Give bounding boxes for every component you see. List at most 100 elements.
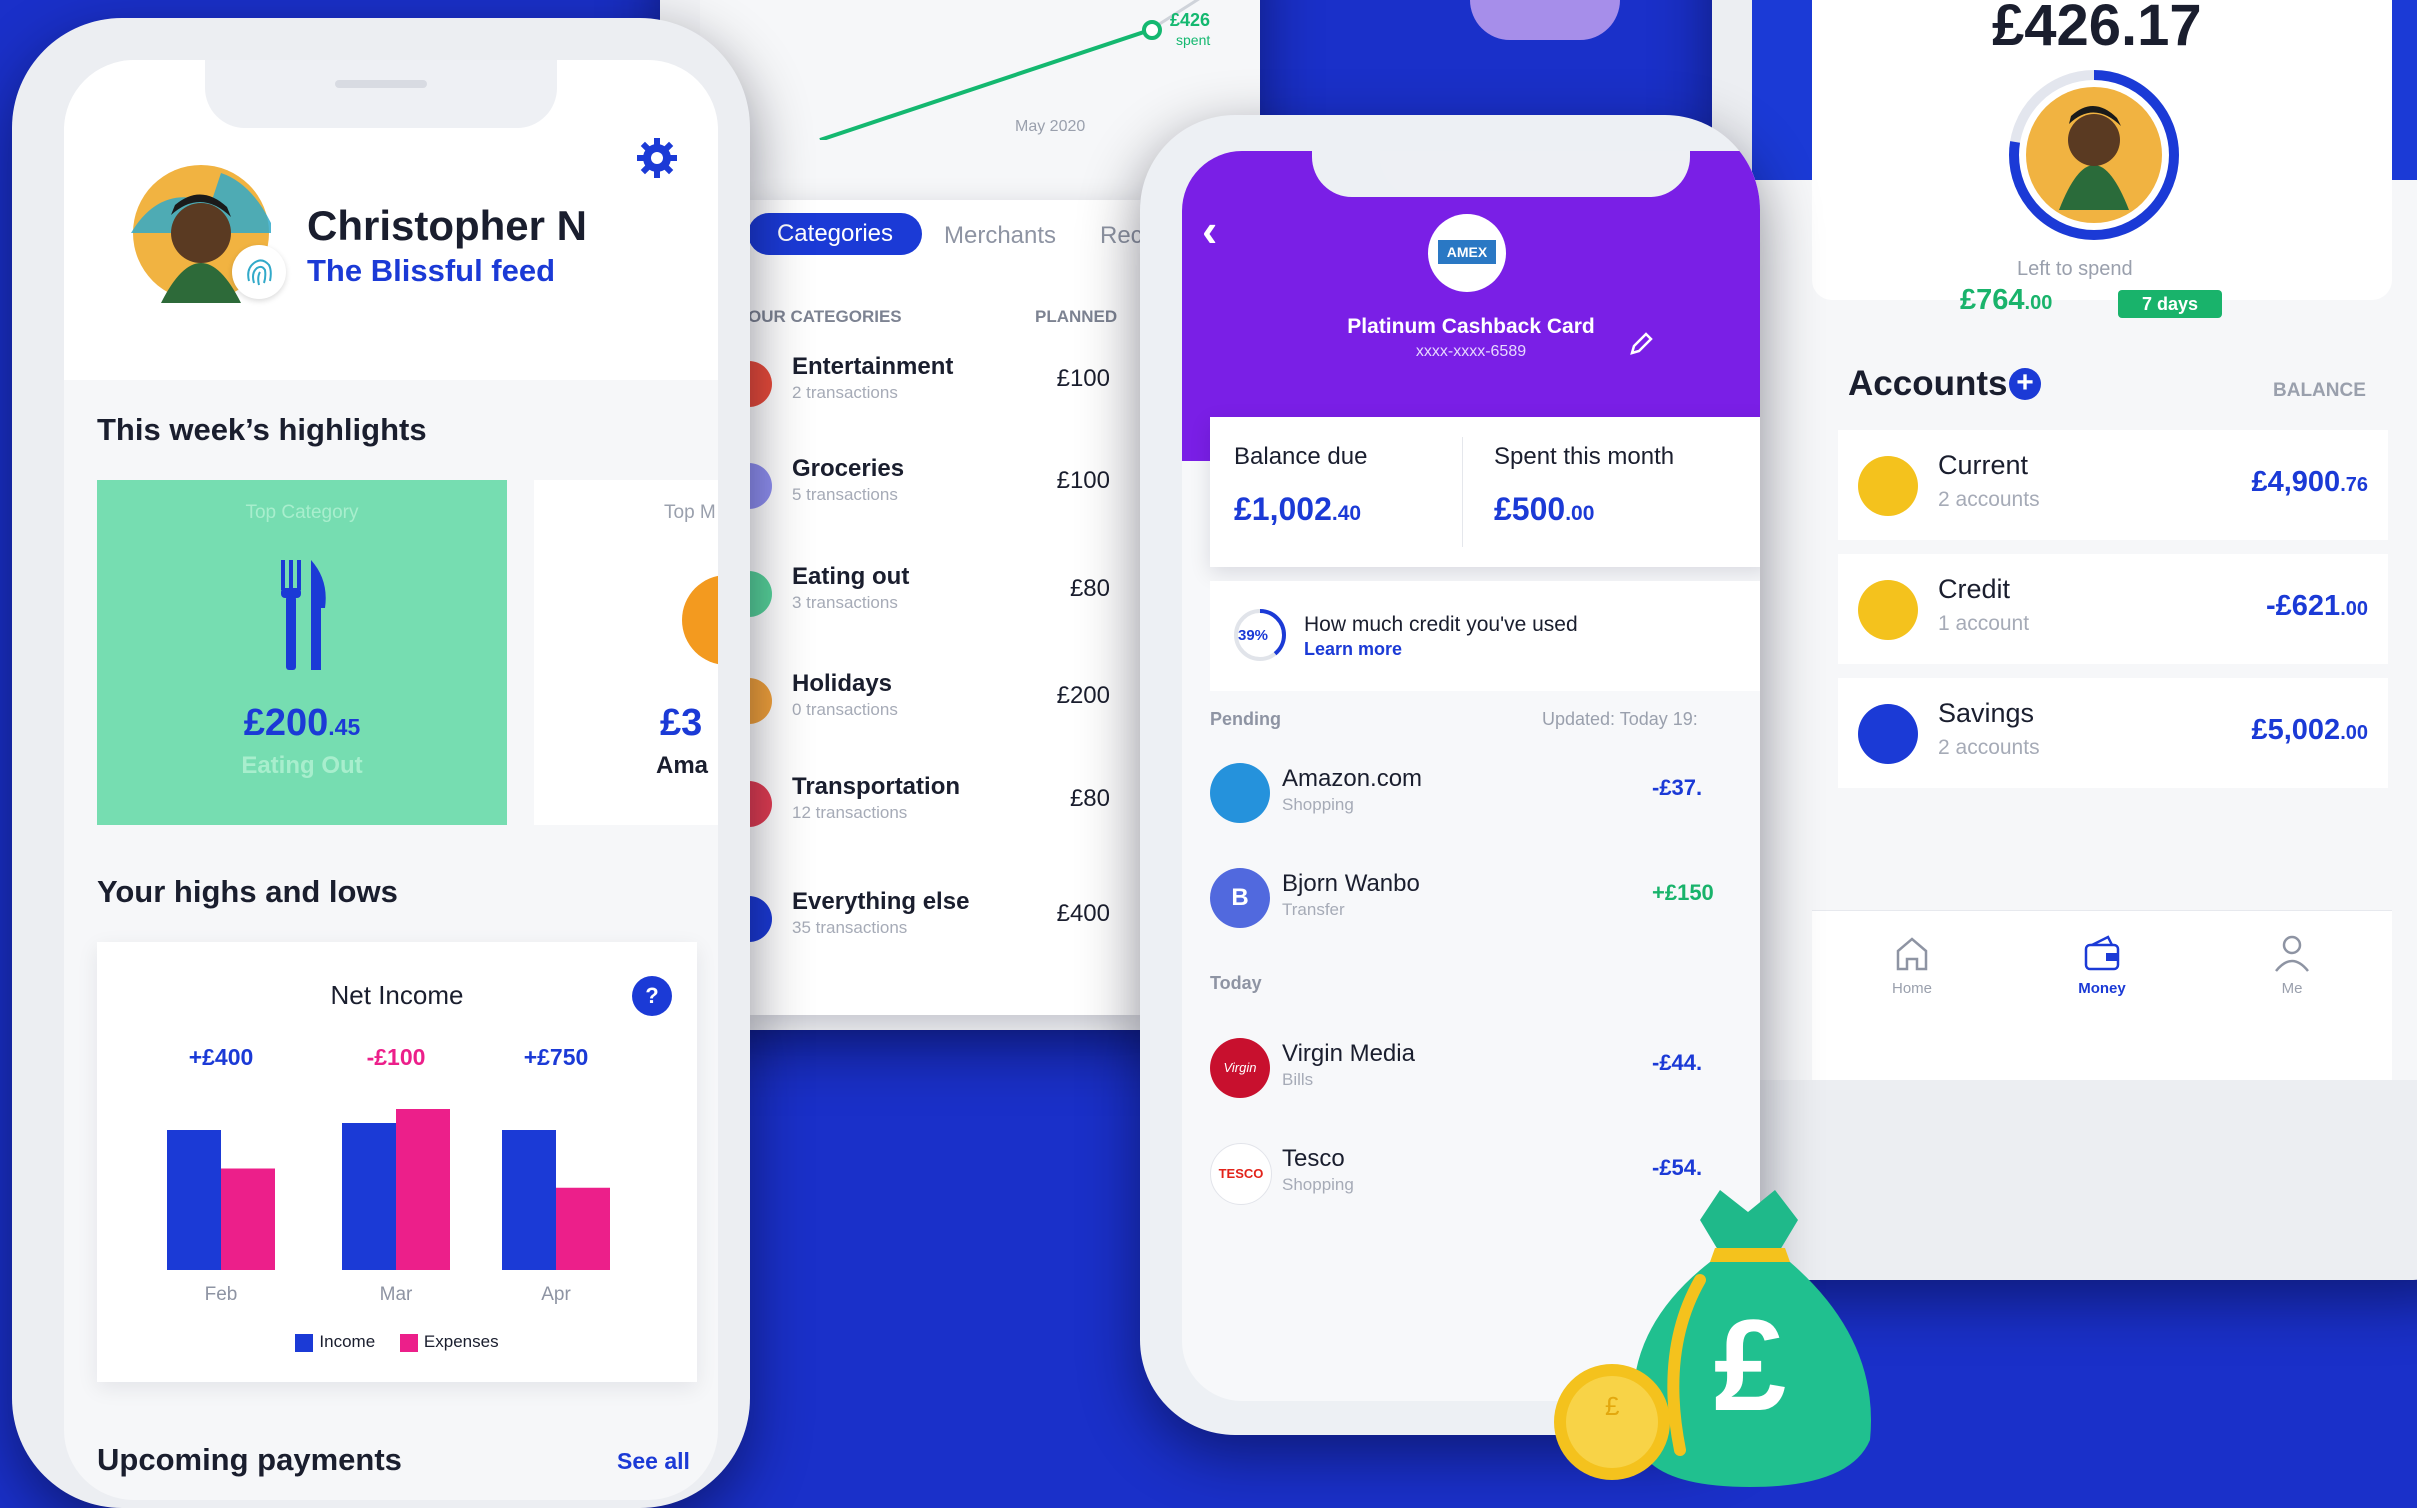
nav-money[interactable]: Money xyxy=(2062,931,2142,997)
category-sub: 5 transactions xyxy=(792,485,898,504)
net-income-chart: +£400 Feb -£100 Mar +£750 Apr xyxy=(167,1044,610,1305)
person-icon xyxy=(2275,935,2309,972)
category-name: Holidays xyxy=(792,670,893,697)
user-name: Christopher N xyxy=(307,202,588,249)
tab-recurring[interactable]: Rec xyxy=(1100,222,1140,250)
top-category-caption: Eating Out xyxy=(241,752,363,779)
top-merchant-label: Top M xyxy=(664,502,716,523)
tab-merchants[interactable]: Merchants xyxy=(944,222,1056,250)
category-planned: £400 xyxy=(1056,900,1110,927)
phone-accounts: £426.17 Left to spend £764.00 7 days Acc… xyxy=(1712,0,2417,1280)
amex-logo: AMEX xyxy=(1428,214,1506,292)
learn-more-link[interactable]: Learn more xyxy=(1304,639,1402,660)
see-all-link[interactable]: See all xyxy=(617,1448,690,1475)
phone-feed: Christopher N The Blissful feed This wee… xyxy=(12,18,750,1508)
back-button[interactable]: ‹ xyxy=(1202,203,1217,257)
feed-screen: Christopher N The Blissful feed This wee… xyxy=(64,60,718,1500)
category-sub: 2 transactions xyxy=(792,383,898,402)
decorative-shape xyxy=(1470,0,1620,40)
category-row[interactable]: Eating out 3 transactions £80 xyxy=(748,563,1140,643)
virgin-logo: Virgin xyxy=(1210,1038,1270,1098)
money-bag-icon xyxy=(1858,456,1918,516)
bar-expenses-feb xyxy=(221,1168,275,1270)
spend-ring xyxy=(2009,70,2179,240)
category-planned: £100 xyxy=(1056,467,1110,494)
category-icon xyxy=(748,571,772,617)
account-sub: 2 accounts xyxy=(1938,488,2040,511)
coin-symbol: £ xyxy=(1605,1391,1620,1421)
category-name: Transportation xyxy=(792,773,961,800)
account-row[interactable]: Current 2 accounts £4,900.76 xyxy=(1838,430,2388,540)
category-row[interactable]: Everything else 35 transactions £400 xyxy=(748,888,1140,968)
nav-home-label: Home xyxy=(1891,980,1932,997)
category-icon xyxy=(748,678,772,724)
top-merchant-amount: £3 xyxy=(660,702,703,744)
spent-label: spent xyxy=(1176,32,1211,48)
divider xyxy=(1462,437,1463,547)
legend-expenses: Expenses xyxy=(423,1332,499,1351)
top-category-card[interactable]: Top Category £200.45 Eating Out xyxy=(97,480,507,825)
header-band-right xyxy=(2392,0,2417,180)
account-row[interactable]: Savings 2 accounts £5,002.00 xyxy=(1838,678,2388,788)
days-badge: 7 days xyxy=(2118,290,2222,318)
category-row[interactable]: Transportation 12 transactions £80 xyxy=(748,773,1140,853)
account-name: Current xyxy=(1938,450,2029,480)
month-label: May 2020 xyxy=(1015,118,1086,135)
tab-categories[interactable]: Categories xyxy=(748,213,922,255)
category-icon xyxy=(748,781,772,827)
transaction-sub: Bills xyxy=(1282,1070,1314,1089)
category-planned: £80 xyxy=(1069,785,1110,812)
nav-me-label: Me xyxy=(2281,980,2303,997)
planned-col-header: PLANNED xyxy=(1035,307,1118,326)
transaction-row[interactable]: Amazon.com Shopping -£37. xyxy=(1210,751,1760,841)
edit-icon[interactable] xyxy=(1626,329,1656,359)
category-row[interactable]: Holidays 0 transactions £200 xyxy=(748,670,1140,750)
category-row[interactable]: Entertainment 2 transactions £100 xyxy=(748,353,1140,433)
phone-notch xyxy=(1380,151,1690,197)
gear-icon[interactable] xyxy=(634,135,680,181)
header-band-left xyxy=(1752,0,1812,180)
feed-title: The Blissful feed xyxy=(307,253,556,288)
transaction-amount: -£37. xyxy=(1652,775,1703,800)
help-button[interactable]: ? xyxy=(632,976,672,1016)
account-sub: 2 accounts xyxy=(1938,736,2040,759)
merchant-logo xyxy=(682,575,718,665)
balance-due-label: Balance due xyxy=(1234,443,1368,470)
transaction-amount: -£44. xyxy=(1652,1050,1703,1075)
highs-heading: Your highs and lows xyxy=(97,874,398,909)
credit-usage[interactable]: 39% How much credit you've used Learn mo… xyxy=(1210,581,1760,691)
nav-home[interactable]: Home xyxy=(1872,931,1952,997)
transaction-name: Bjorn Wanbo xyxy=(1282,870,1420,897)
savings-icon xyxy=(1858,704,1918,764)
balance-col-header: BALANCE xyxy=(2273,380,2366,401)
add-account-button[interactable]: + xyxy=(2009,368,2041,400)
transaction-sub: Shopping xyxy=(1282,795,1354,814)
account-row[interactable]: Credit 1 account -£621.00 xyxy=(1838,554,2388,664)
left-to-spend-amount: £764.00 xyxy=(1960,284,2053,316)
nav-me[interactable]: Me xyxy=(2252,931,2332,997)
transaction-row[interactable]: Virgin Virgin Media Bills -£44. xyxy=(1210,1026,1760,1116)
bar-income-feb xyxy=(167,1130,221,1270)
avatar: B xyxy=(1210,868,1270,928)
home-icon xyxy=(1896,937,1928,971)
card-name: Platinum Cashback Card xyxy=(1347,315,1595,338)
category-row[interactable]: Groceries 5 transactions £100 xyxy=(748,455,1140,535)
top-merchant-card[interactable]: Top M £3 Ama xyxy=(534,480,718,825)
category-planned: £200 xyxy=(1056,682,1110,709)
tesco-logo: TESCO xyxy=(1210,1143,1272,1205)
categories-col-header: OUR CATEGORIES xyxy=(748,307,902,326)
accounts-screen: £426.17 Left to spend £764.00 7 days Acc… xyxy=(1752,0,2417,1080)
bar-income-mar xyxy=(342,1123,396,1270)
transaction-row[interactable]: B Bjorn Wanbo Transfer +£150 xyxy=(1210,856,1760,946)
legend-income-swatch xyxy=(295,1333,314,1352)
card-header xyxy=(1182,151,1760,461)
spent-amount: £426 xyxy=(1170,10,1211,30)
upcoming-heading: Upcoming payments xyxy=(97,1442,402,1477)
x-tick-label: Apr xyxy=(541,1284,571,1305)
category-icon xyxy=(748,361,772,407)
category-sub: 12 transactions xyxy=(792,803,908,822)
account-balance: £4,900.76 xyxy=(2251,466,2368,498)
credit-title: How much credit you've used xyxy=(1304,613,1578,636)
x-tick-label: Mar xyxy=(380,1284,413,1305)
nav-money-label: Money xyxy=(2078,980,2126,997)
